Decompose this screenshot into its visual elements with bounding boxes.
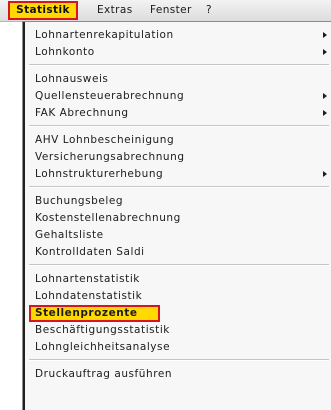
menu-item-label: Buchungsbeleg (35, 195, 124, 207)
menu-item-lohnartenrekapitulation[interactable]: Lohnartenrekapitulation (31, 27, 327, 44)
menu-left-border (23, 22, 25, 410)
menu-item-lohnkonto[interactable]: Lohnkonto (31, 44, 327, 61)
menu-item-label: Lohnkonto (35, 46, 95, 58)
menu-item-versicherungsabrechnung[interactable]: Versicherungsabrechnung (31, 149, 327, 166)
menu-item-label: Kontrolldaten Saldi (35, 246, 145, 258)
menu-item-lohnstrukturerhebung[interactable]: Lohnstrukturerhebung (31, 166, 327, 183)
menu-item-label: Druckauftrag ausführen (35, 368, 173, 380)
menu-item-lohnausweis[interactable]: Lohnausweis (31, 71, 327, 88)
menu-item-lohngleichheitsanalyse[interactable]: Lohngleichheitsanalyse (31, 339, 327, 356)
submenu-arrow-icon (323, 110, 327, 116)
menu-item-label: Kostenstellenabrechnung (35, 212, 181, 224)
menu-item-druckauftrag-ausfuehren[interactable]: Druckauftrag ausführen (31, 366, 327, 383)
menu-statistik[interactable]: Statistik (8, 1, 78, 20)
menu-separator (29, 359, 329, 361)
menu-item-label: Lohnausweis (35, 73, 109, 85)
menu-item-beschaeftigungsstatistik[interactable]: Beschäftigungsstatistik (31, 322, 327, 339)
menu-item-label: Lohndatenstatistik (35, 290, 143, 302)
menu-item-quellensteuerabrechnung[interactable]: Quellensteuerabrechnung (31, 88, 327, 105)
menu-fenster[interactable]: Fenster (150, 3, 192, 18)
menu-bar: Statistik Extras Fenster ? (0, 0, 331, 22)
menu-item-buchungsbeleg[interactable]: Buchungsbeleg (31, 193, 327, 210)
menu-item-kontrolldaten-saldi[interactable]: Kontrolldaten Saldi (31, 244, 327, 261)
menu-item-label: Lohnartenstatistik (35, 273, 140, 285)
menu-item-stellenprozente[interactable]: Stellenprozente (29, 305, 160, 322)
menu-item-label: Gehaltsliste (35, 229, 104, 241)
menu-item-label: AHV Lohnbescheinigung (35, 134, 175, 146)
menu-item-label: Beschäftigungsstatistik (35, 324, 170, 336)
menu-item-label: Lohngleichheitsanalyse (35, 341, 171, 353)
menu-item-label: Lohnartenrekapitulation (35, 29, 174, 41)
menu-separator (29, 64, 329, 66)
submenu-arrow-icon (323, 49, 327, 55)
menu-item-label: Quellensteuerabrechnung (35, 90, 185, 102)
menu-help[interactable]: ? (206, 3, 212, 18)
submenu-arrow-icon (323, 32, 327, 38)
menu-separator (29, 186, 329, 188)
menu-item-lohnartenstatistik[interactable]: Lohnartenstatistik (31, 271, 327, 288)
menu-item-ahv-lohnbescheinigung[interactable]: AHV Lohnbescheinigung (31, 132, 327, 149)
menu-item-gehaltsliste[interactable]: Gehaltsliste (31, 227, 327, 244)
menu-item-label: Stellenprozente (35, 307, 138, 319)
menu-extras[interactable]: Extras (97, 3, 133, 18)
menu-separator (29, 125, 329, 127)
menu-item-kostenstellenabrechnung[interactable]: Kostenstellenabrechnung (31, 210, 327, 227)
menu-separator (29, 264, 329, 266)
menu-item-label: Versicherungsabrechnung (35, 151, 185, 163)
submenu-arrow-icon (323, 93, 327, 99)
statistik-dropdown-menu: Lohnartenrekapitulation Lohnkonto Lohnausw… (22, 21, 331, 410)
application-window: Statistik Extras Fenster ? Lohnartenreka… (0, 0, 331, 410)
menu-item-lohndatenstatistik[interactable]: Lohndatenstatistik (31, 288, 327, 305)
menu-item-label: FAK Abrechnung (35, 107, 129, 119)
submenu-arrow-icon (323, 171, 327, 177)
menu-item-label: Lohnstrukturerhebung (35, 168, 164, 180)
menu-item-fak-abrechnung[interactable]: FAK Abrechnung (31, 105, 327, 122)
